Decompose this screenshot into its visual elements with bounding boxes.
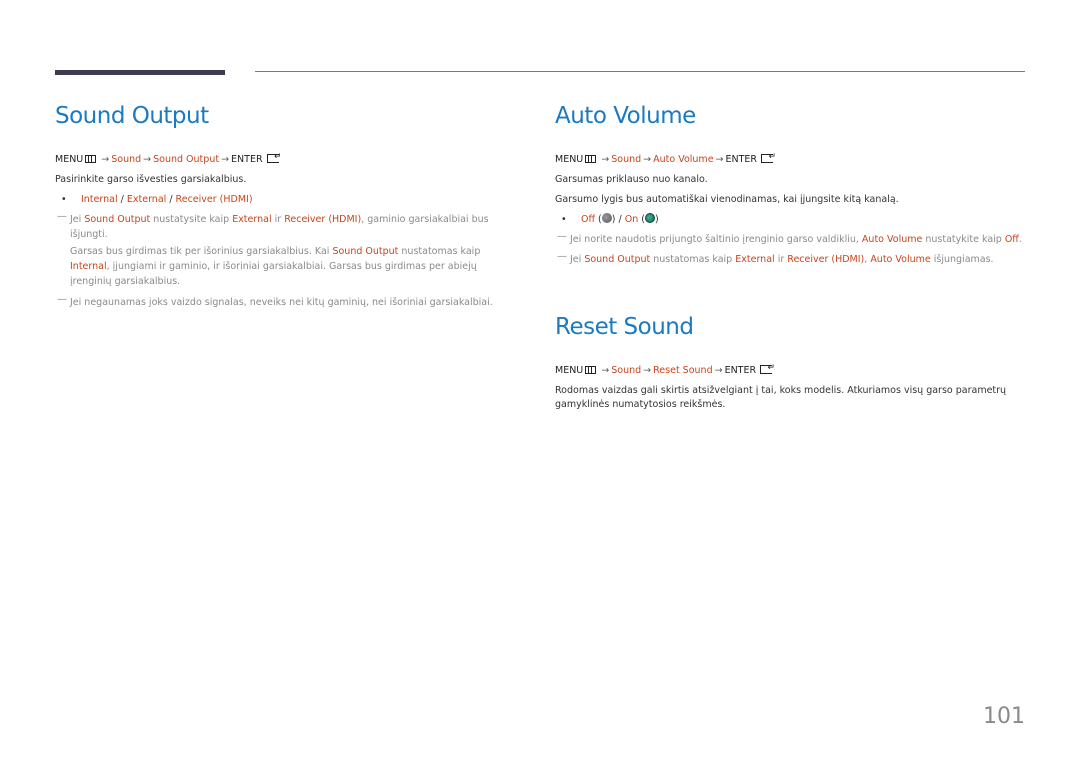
enter-label: ENTER: [725, 154, 758, 165]
path-item: Auto Volume: [653, 154, 714, 165]
menu-path: MENU → Sound → Auto Volume → ENTER: [555, 150, 1030, 167]
toggle-off-icon: [601, 213, 612, 223]
note: — Jei negaunamas joks vaizdo signalas, n…: [57, 294, 493, 308]
section-title: Auto Volume: [555, 103, 696, 129]
ref-external: External: [735, 254, 775, 265]
enter-icon: [761, 150, 776, 164]
ref-receiver-hdmi: Receiver (HDMI): [787, 254, 865, 265]
description: Rodomas vaizdas gali skirtis atsižvelgia…: [555, 385, 1007, 410]
section-title: Sound Output: [55, 103, 209, 129]
ref-sound-output: Sound Output: [332, 246, 399, 257]
options-list-item: Off () / On (): [555, 213, 1030, 227]
arrow-icon: →: [643, 154, 652, 165]
sound-output-section: Sound Output MENU → Sound → Sound Output → ENT…: [55, 96, 515, 310]
note-dash-icon: —: [557, 231, 567, 242]
arrow-icon: →: [714, 365, 723, 376]
path-sound: Sound: [111, 154, 142, 165]
arrow-icon: →: [601, 154, 610, 165]
option-off: Off: [581, 214, 596, 225]
menu-label: MENU: [555, 154, 584, 165]
option-internal: Internal: [81, 194, 118, 205]
note: — Jei Sound Output nustatomas kaip Exter…: [557, 251, 994, 265]
menu-label: MENU: [55, 154, 84, 165]
arrow-icon: →: [221, 154, 230, 165]
header-accent-bar: [55, 70, 225, 75]
header-rule: [255, 71, 1025, 72]
ref-sound-output: Sound Output: [584, 254, 651, 265]
menu-icon: [85, 155, 97, 163]
note-dash-icon: —: [557, 251, 567, 262]
ref-auto-volume: Auto Volume: [861, 234, 923, 245]
enter-label: ENTER: [231, 154, 263, 165]
menu-path: MENU → Sound → Reset Sound → ENTER: [555, 361, 1030, 378]
section-title: Reset Sound: [555, 314, 694, 340]
page-number: 101: [983, 704, 1025, 729]
note: — Jei Sound Output nustatysite kaip Exte…: [57, 211, 489, 240]
auto-volume-section: Auto Volume MENU → Sound → Auto Volume → ENTER…: [555, 96, 1030, 267]
menu-path: MENU → Sound → Sound Output → ENTER: [55, 150, 515, 167]
enter-label: ENTER: [724, 365, 757, 376]
arrow-icon: →: [143, 154, 152, 165]
toggle-on-icon: [644, 213, 655, 223]
option-on: On: [624, 214, 639, 225]
arrow-icon: →: [601, 365, 610, 376]
option-external: External: [126, 194, 167, 205]
description: Garsumas priklauso nuo kanalo.: [555, 174, 708, 185]
ref-internal: Internal: [70, 261, 107, 272]
enter-icon: [760, 361, 775, 375]
ref-off: Off: [1004, 234, 1019, 245]
arrow-icon: →: [101, 154, 110, 165]
note-continuation: Garsas bus girdimas tik per išorinius ga…: [70, 246, 481, 287]
options-list-item: Internal / External / Receiver (HDMI): [55, 193, 515, 207]
note: — Jei norite naudotis prijungto šaltinio…: [557, 231, 1022, 245]
note-dash-icon: —: [57, 294, 67, 305]
arrow-icon: →: [715, 154, 724, 165]
path-sound: Sound: [611, 365, 642, 376]
ref-sound-output: Sound Output: [84, 214, 151, 225]
ref-auto-volume: Auto Volume: [870, 254, 931, 265]
option-receiver-hdmi: Receiver (HDMI): [175, 194, 253, 205]
separator: /: [117, 194, 127, 205]
menu-icon: [585, 366, 597, 374]
description: Garsumo lygis bus automatiškai vienodina…: [555, 194, 899, 205]
menu-icon: [585, 155, 597, 163]
note-dash-icon: —: [57, 211, 67, 222]
path-sound: Sound: [611, 154, 642, 165]
path-item: Reset Sound: [653, 365, 713, 376]
enter-icon: [266, 150, 282, 164]
ref-external: External: [232, 214, 272, 225]
right-column: Auto Volume MENU → Sound → Auto Volume → ENTER…: [555, 96, 1030, 412]
reset-sound-section: Reset Sound MENU → Sound → Reset Sound → ENTER…: [555, 307, 1030, 412]
menu-label: MENU: [555, 365, 584, 376]
separator: /: [166, 194, 176, 205]
path-item: Sound Output: [153, 154, 220, 165]
arrow-icon: →: [643, 365, 652, 376]
ref-receiver-hdmi: Receiver (HDMI): [284, 214, 362, 225]
description: Pasirinkite garso išvesties garsiakalbiu…: [55, 174, 247, 185]
